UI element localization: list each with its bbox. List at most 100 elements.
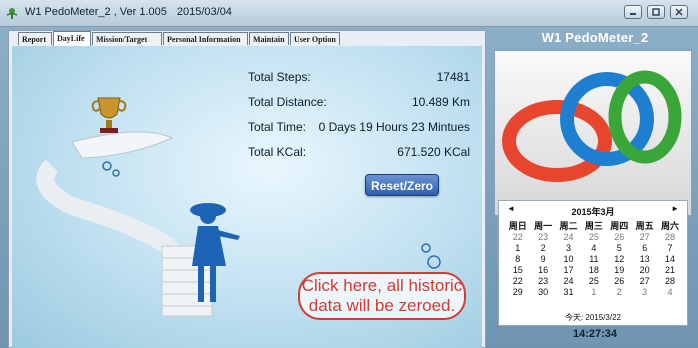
- bubble-icon: [421, 243, 431, 253]
- calendar-day[interactable]: 28: [657, 232, 682, 243]
- calendar-day[interactable]: 19: [607, 265, 632, 276]
- calendar-week-row: 1 2 3 4 5 6 7: [505, 243, 683, 254]
- stat-total-kcal: Total KCal: 671.520 KCal: [248, 145, 470, 159]
- tab-user-option[interactable]: User Option: [290, 32, 340, 45]
- total-distance-label: Total Distance:: [248, 95, 327, 109]
- tab-personal-information[interactable]: Personal Information: [163, 32, 248, 45]
- calendar-day[interactable]: 1: [581, 287, 606, 298]
- calendar-day[interactable]: 22: [505, 276, 530, 287]
- calendar-weekday: 周六: [661, 221, 680, 231]
- total-kcal-value: 671.520 KCal: [397, 145, 470, 159]
- calendar-day[interactable]: 25: [581, 276, 606, 287]
- calendar-day[interactable]: 9: [530, 254, 555, 265]
- app-icon: [6, 8, 18, 19]
- calendar-day[interactable]: 1: [505, 243, 530, 254]
- total-time-value: 0 Days 19 Hours 23 Mintues: [318, 120, 470, 134]
- tab-maintain[interactable]: Maintain: [249, 32, 289, 45]
- calendar-day[interactable]: 8: [505, 254, 530, 265]
- calendar-weekday: 周三: [584, 221, 603, 231]
- calendar-weekday: 周日: [508, 221, 527, 231]
- calendar-day[interactable]: 7: [657, 243, 682, 254]
- close-icon: [675, 8, 683, 16]
- calendar-day[interactable]: 15: [505, 265, 530, 276]
- calendar-grid: 周日 周一 周二 周三 周四 周五 周六 22 23 24 25 26 27 2…: [505, 221, 683, 298]
- product-title: W1 PedoMeter_2: [541, 30, 649, 45]
- stair-spiral: [36, 159, 185, 281]
- calendar-day[interactable]: 4: [657, 287, 682, 298]
- calendar-day[interactable]: 26: [607, 232, 632, 243]
- calendar-week-row: 15 16 17 18 19 20 21: [505, 265, 683, 276]
- calendar-day[interactable]: 2: [607, 287, 632, 298]
- total-steps-value: 17481: [436, 70, 470, 84]
- stair-platform: [71, 131, 174, 159]
- stat-total-time: Total Time: 0 Days 19 Hours 23 Mintues: [248, 120, 470, 134]
- calendar-day[interactable]: 23: [530, 232, 555, 243]
- tab-daylife[interactable]: DayLife: [53, 31, 91, 46]
- calendar-day[interactable]: 17: [556, 265, 581, 276]
- calendar-day[interactable]: 26: [607, 276, 632, 287]
- calendar-month: 2015年3月: [571, 207, 615, 217]
- calendar-day[interactable]: 20: [632, 265, 657, 276]
- reset-zero-button[interactable]: Reset/Zero: [365, 174, 439, 196]
- calendar-day[interactable]: 21: [657, 265, 682, 276]
- callout-line-2: data will be zeroed.: [308, 296, 456, 315]
- stat-total-steps: Total Steps: 17481: [248, 70, 470, 84]
- calendar-day[interactable]: 23: [530, 276, 555, 287]
- calendar[interactable]: ◄ 2015年3月 ► 周日 周一 周二 周三 周四 周五 周六 22 23 2…: [498, 200, 688, 326]
- chevron-right-icon[interactable]: ►: [671, 204, 679, 213]
- calendar-day[interactable]: 25: [581, 232, 606, 243]
- calendar-day[interactable]: 28: [657, 276, 682, 287]
- calendar-weekday-row: 周日 周一 周二 周三 周四 周五 周六: [505, 221, 683, 232]
- calendar-day[interactable]: 22: [505, 232, 530, 243]
- calendar-day[interactable]: 2: [530, 243, 555, 254]
- trophy-icon: [91, 97, 127, 133]
- window-title: W1 PedoMeter_2 , Ver 1.005 2015/03/04: [25, 6, 232, 18]
- maximize-button[interactable]: [647, 5, 665, 19]
- calendar-day[interactable]: 29: [505, 287, 530, 298]
- calendar-day[interactable]: 10: [556, 254, 581, 265]
- calendar-day[interactable]: 27: [632, 276, 657, 287]
- calendar-day[interactable]: 12: [607, 254, 632, 265]
- app-window: W1 PedoMeter_2 , Ver 1.005 2015/03/04 Rep…: [0, 0, 698, 348]
- calendar-day[interactable]: 27: [632, 232, 657, 243]
- calendar-day[interactable]: 18: [581, 265, 606, 276]
- callout-line-1: Click here, all historic: [301, 276, 463, 295]
- calendar-day[interactable]: 3: [632, 287, 657, 298]
- calendar-day[interactable]: 6: [632, 243, 657, 254]
- calendar-day[interactable]: 4: [581, 243, 606, 254]
- reset-callout: Click here, all historic data will be ze…: [298, 272, 466, 320]
- clock: 14:27:34: [572, 328, 618, 340]
- tab-mission-target[interactable]: Mission/Target: [92, 32, 162, 45]
- calendar-day[interactable]: 11: [581, 254, 606, 265]
- calendar-day[interactable]: 3: [556, 243, 581, 254]
- total-distance-value: 10.489 Km: [411, 95, 470, 109]
- tab-report[interactable]: Report: [18, 32, 52, 45]
- calendar-day[interactable]: 14: [657, 254, 682, 265]
- calendar-weekday: 周四: [610, 221, 629, 231]
- total-steps-label: Total Steps:: [248, 70, 311, 84]
- minimize-button[interactable]: [624, 5, 642, 19]
- calendar-week-row: 22 23 24 25 26 27 28: [505, 232, 683, 243]
- minimize-icon: [630, 13, 636, 15]
- calendar-day[interactable]: 24: [556, 232, 581, 243]
- calendar-week-row: 22 23 24 25 26 27 28: [505, 276, 683, 287]
- maximize-icon: [652, 8, 660, 16]
- total-time-label: Total Time:: [248, 120, 307, 134]
- close-button[interactable]: [670, 5, 688, 19]
- calendar-day[interactable]: 16: [530, 265, 555, 276]
- calendar-week-row: 8 9 10 11 12 13 14: [505, 254, 683, 265]
- calendar-day[interactable]: 31: [556, 287, 581, 298]
- total-kcal-label: Total KCal:: [248, 145, 307, 159]
- red-band: [502, 100, 612, 182]
- wristbands-illustration: [502, 70, 682, 182]
- calendar-weekday: 周五: [635, 221, 654, 231]
- bubble-icon: [427, 255, 441, 269]
- window-date: 2015/03/04: [176, 6, 232, 18]
- stat-total-distance: Total Distance: 10.489 Km: [248, 95, 470, 109]
- calendar-day[interactable]: 5: [607, 243, 632, 254]
- calendar-day[interactable]: 30: [530, 287, 555, 298]
- calendar-today[interactable]: 今天: 2015/3/22: [499, 312, 687, 323]
- calendar-day[interactable]: 13: [632, 254, 657, 265]
- calendar-day[interactable]: 24: [556, 276, 581, 287]
- title-bar: W1 PedoMeter_2 , Ver 1.005 2015/03/04: [0, 0, 698, 27]
